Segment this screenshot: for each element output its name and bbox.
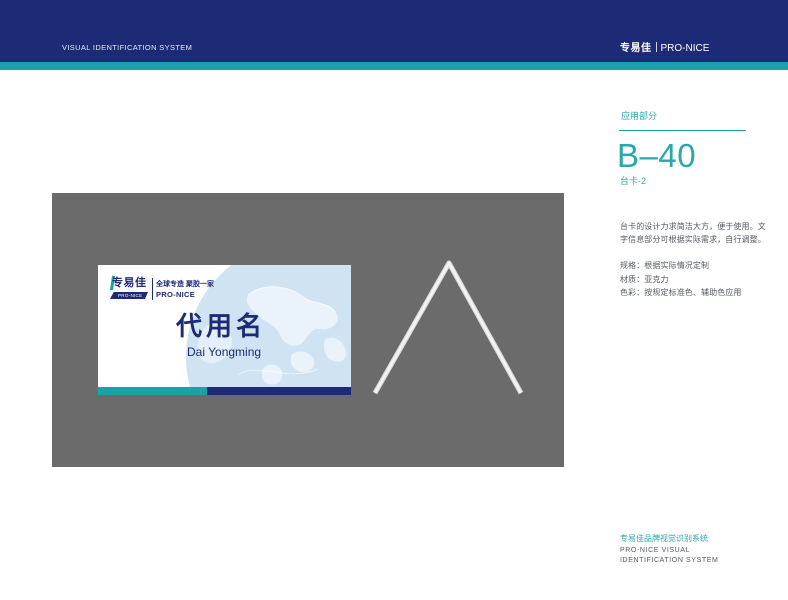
footer-system-en-line1: PRO-NICE VISUAL [620,547,691,554]
header-teal-stripe [0,62,788,70]
spec-size: 规格：根据实际情况定制 [620,261,710,270]
section-code: B–40 [617,137,697,174]
header-brand-divider [655,42,657,52]
description-line: 台卡的设计力求简洁大方，便于使用。文 [620,222,766,231]
section-divider [619,130,746,131]
section-title: 台卡-2 [620,176,647,186]
spec-material: 材质：亚克力 [620,275,669,284]
description-line: 字信息部分可根据实际需求，自行调整。 [620,235,766,244]
header-brand-en: PRO-NICE [660,43,710,54]
mockup-panel: 专易佳 PRO-NICE 全球专造 聚胶一家 PRO-NICE 代用名 Dai … [52,193,564,467]
footer-system-cn: 专易佳品牌视觉识别系统 [620,534,708,543]
header-brand-logo: 专易佳 PRO-NICE [620,42,709,54]
footer-system-en-line2: IDENTIFICATION SYSTEM [620,557,719,564]
a-frame-stand-graphic [372,260,524,395]
header-brand-cn: 专易佳 [620,43,652,54]
spec-color: 色彩：按规定标准色、辅助色应用 [620,288,742,297]
header-system-title: VISUAL IDENTIFICATION SYSTEM [62,43,193,52]
section-label: 应用部分 [621,111,658,121]
